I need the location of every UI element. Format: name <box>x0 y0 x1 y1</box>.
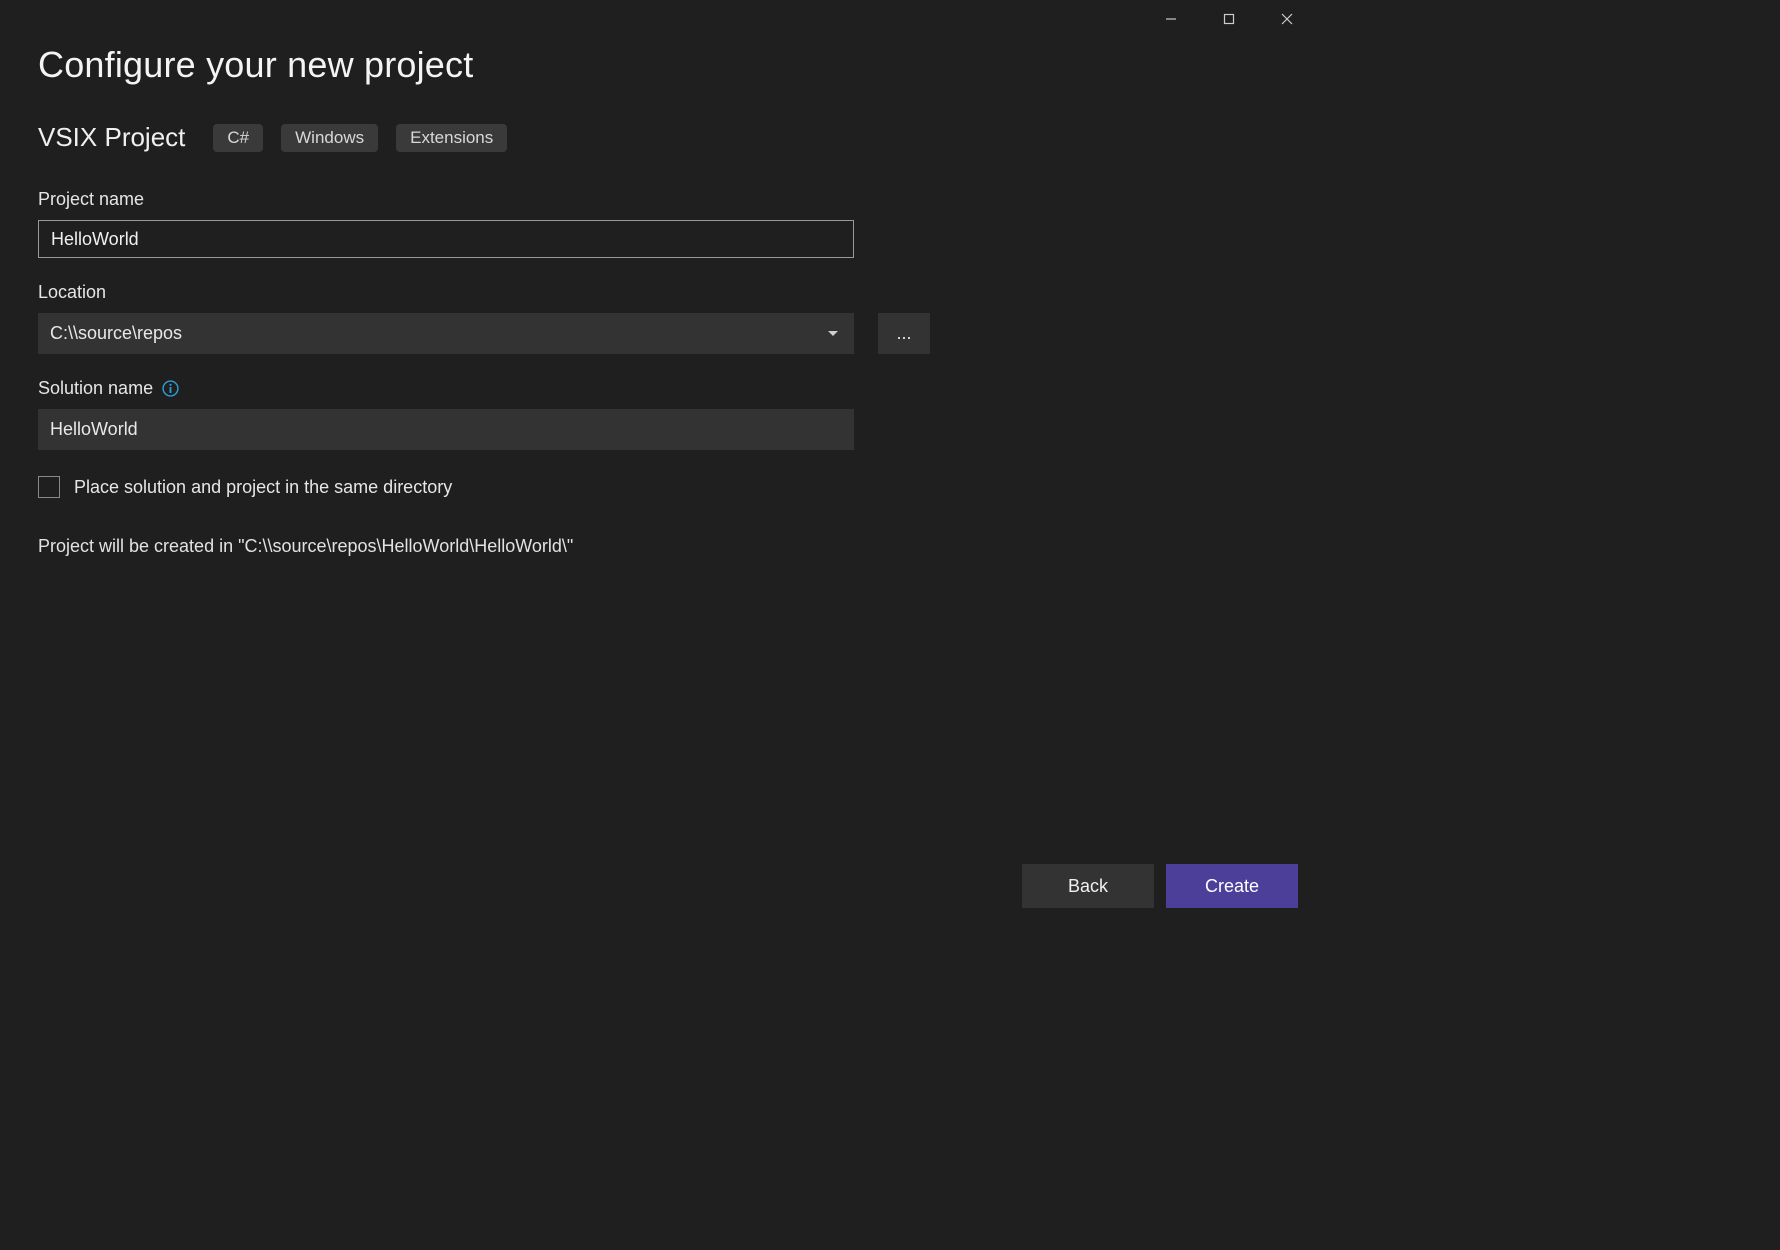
maximize-button[interactable] <box>1200 0 1258 38</box>
titlebar <box>0 0 1316 40</box>
project-name-group: Project name <box>38 189 1278 258</box>
solution-name-input[interactable] <box>38 409 854 450</box>
project-path-summary: Project will be created in "C:\\source\r… <box>38 536 1278 557</box>
location-group: Location C:\\source\repos ... <box>38 282 1278 354</box>
info-icon[interactable] <box>161 380 179 398</box>
template-name: VSIX Project <box>38 122 185 153</box>
minimize-icon <box>1165 13 1177 25</box>
location-label: Location <box>38 282 1278 303</box>
template-header: VSIX Project C# Windows Extensions <box>38 122 1278 153</box>
template-tag: Extensions <box>396 124 507 152</box>
project-name-input[interactable] <box>38 220 854 258</box>
solution-name-label: Solution name <box>38 378 1278 399</box>
chevron-down-icon <box>828 331 838 336</box>
create-button[interactable]: Create <box>1166 864 1298 908</box>
same-directory-row: Place solution and project in the same d… <box>38 476 1278 498</box>
page-title: Configure your new project <box>38 44 1278 86</box>
footer-buttons: Back Create <box>1022 864 1298 908</box>
solution-name-label-text: Solution name <box>38 378 153 399</box>
dialog-window: Configure your new project VSIX Project … <box>0 0 1316 922</box>
solution-name-group: Solution name <box>38 378 1278 450</box>
back-button[interactable]: Back <box>1022 864 1154 908</box>
template-tag: C# <box>213 124 263 152</box>
close-button[interactable] <box>1258 0 1316 38</box>
content-area: Configure your new project VSIX Project … <box>0 40 1316 922</box>
same-directory-label: Place solution and project in the same d… <box>74 477 452 498</box>
location-value: C:\\source\repos <box>50 323 182 344</box>
close-icon <box>1281 13 1293 25</box>
location-dropdown[interactable]: C:\\source\repos <box>38 313 854 354</box>
template-tag: Windows <box>281 124 378 152</box>
minimize-button[interactable] <box>1142 0 1200 38</box>
maximize-icon <box>1223 13 1235 25</box>
project-name-label: Project name <box>38 189 1278 210</box>
browse-button[interactable]: ... <box>878 313 930 354</box>
same-directory-checkbox[interactable] <box>38 476 60 498</box>
